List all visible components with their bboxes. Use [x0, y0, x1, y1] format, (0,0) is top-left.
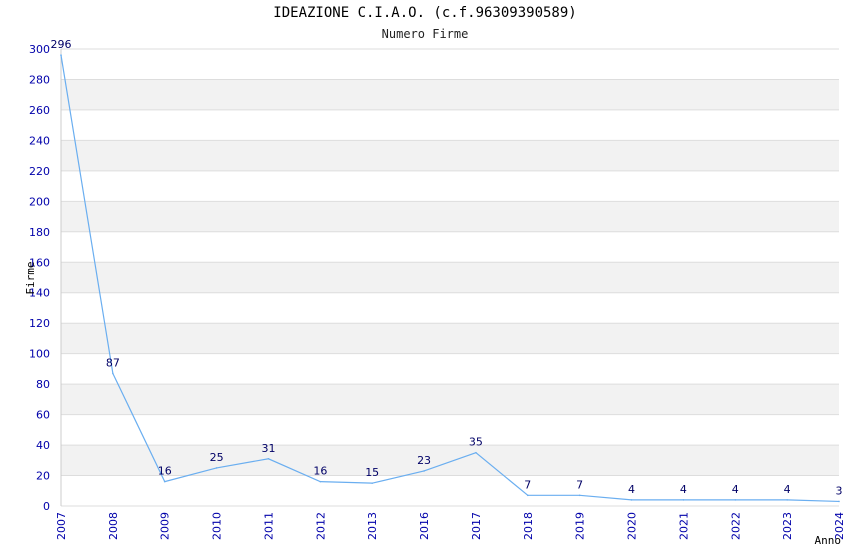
- grid-bands: [60, 48, 839, 507]
- grid-band: [61, 201, 839, 232]
- y-tick-label: 100: [29, 348, 50, 361]
- data-label: 23: [417, 454, 431, 467]
- grid-band: [61, 384, 839, 415]
- grid-band: [61, 323, 839, 354]
- data-point: [163, 480, 166, 483]
- data-point: [112, 372, 114, 375]
- x-tick-label: 2020: [626, 512, 639, 540]
- data-point: [475, 451, 477, 454]
- data-point: [630, 499, 633, 501]
- data-label: 7: [576, 478, 583, 491]
- data-label: 15: [365, 466, 379, 479]
- y-tick-label: 120: [29, 317, 50, 330]
- x-tick-label: 2008: [107, 512, 120, 540]
- x-tick-label: 2009: [159, 512, 172, 540]
- grid-band: [61, 292, 839, 324]
- data-label: 16: [313, 465, 327, 478]
- x-tick-label: 2007: [55, 512, 68, 540]
- grid-band: [61, 475, 839, 506]
- x-axis-label: Anno: [815, 534, 842, 547]
- x-tick-label: 2016: [418, 512, 431, 540]
- data-label: 35: [469, 436, 483, 449]
- x-tick-label: 2017: [470, 512, 483, 540]
- y-tick-label: 180: [29, 226, 50, 239]
- y-tick-label: 60: [36, 409, 50, 422]
- y-tick-label: 200: [29, 195, 50, 208]
- grid-band: [61, 49, 839, 80]
- y-tick-label: 40: [36, 439, 50, 452]
- x-tick-label: 2023: [781, 512, 794, 540]
- data-label: 31: [261, 442, 275, 455]
- grid-band: [61, 445, 839, 476]
- data-label: 16: [158, 465, 172, 478]
- grid-band: [61, 353, 839, 385]
- x-tick-label: 2021: [677, 512, 690, 540]
- data-label: 7: [524, 478, 531, 491]
- y-tick-label: 80: [36, 378, 50, 391]
- data-point: [319, 480, 322, 483]
- data-point: [838, 500, 840, 503]
- x-axis-ticks: 2007 2008 2009 2010 2011 2012 2013 2016 2017 2018…: [55, 512, 846, 540]
- data-label: 4: [628, 483, 635, 496]
- x-tick-label: 2010: [211, 512, 224, 540]
- grid-band: [61, 109, 839, 141]
- y-tick-label: 280: [29, 73, 50, 86]
- data-point: [60, 54, 62, 56]
- data-label: 4: [784, 483, 791, 496]
- data-point: [527, 494, 529, 497]
- line-chart: 0204060801001201401601802002202402602803…: [24, 38, 846, 547]
- y-tick-label: 240: [29, 134, 50, 147]
- y-tick-label: 20: [36, 470, 50, 483]
- y-tick-label: 260: [29, 104, 50, 117]
- data-label: 25: [210, 451, 224, 464]
- data-label: 296: [51, 38, 72, 51]
- grid-band: [61, 262, 839, 293]
- data-point: [786, 499, 788, 501]
- data-point: [734, 499, 737, 501]
- grid-band: [61, 140, 839, 171]
- x-tick-label: 2019: [574, 512, 587, 540]
- data-point: [423, 470, 425, 472]
- data-point: [682, 499, 685, 501]
- data-point: [215, 467, 218, 469]
- x-tick-label: 2011: [262, 512, 275, 540]
- grid-band: [61, 231, 839, 263]
- grid-band: [61, 414, 839, 446]
- y-tick-label: 220: [29, 165, 50, 178]
- data-point: [267, 457, 270, 460]
- grid-band: [61, 170, 839, 202]
- data-point: [371, 482, 374, 484]
- y-axis-label: Firme: [24, 261, 37, 294]
- grid-band: [61, 79, 839, 110]
- x-tick-label: 2013: [366, 512, 379, 540]
- y-tick-label: 300: [29, 43, 50, 56]
- x-tick-label: 2022: [729, 512, 742, 540]
- data-label: 87: [106, 356, 120, 369]
- data-label: 4: [680, 483, 687, 496]
- y-tick-label: 0: [43, 500, 50, 513]
- data-label: 3: [836, 484, 843, 497]
- x-tick-label: 2012: [314, 512, 327, 540]
- data-point: [578, 494, 581, 497]
- data-label: 4: [732, 483, 739, 496]
- x-tick-label: 2018: [522, 512, 535, 540]
